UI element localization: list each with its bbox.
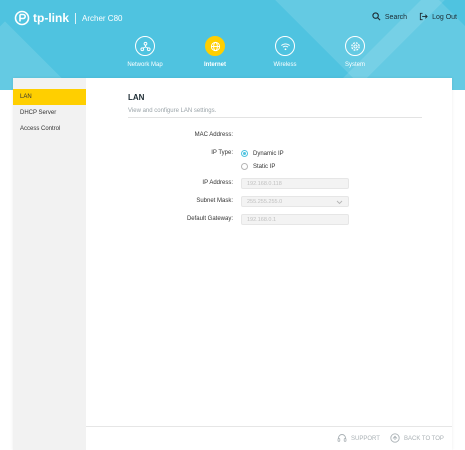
main-panel: LAN DHCP Server Access Control LAN View … [13,78,452,450]
content-area: LAN View and configure LAN settings. MAC… [86,78,452,450]
sidebar: LAN DHCP Server Access Control [13,78,86,450]
ip-address-label: IP Address: [202,180,233,186]
default-gateway-field[interactable]: 192.168.0.1 [241,214,349,225]
nav-label: Internet [203,62,226,68]
headset-icon [337,433,347,445]
nav-label: Network Map [127,62,163,68]
tplink-logo-icon [14,10,30,26]
footer-bar: SUPPORT BACK TO TOP [86,426,452,450]
back-to-top-link[interactable]: BACK TO TOP [390,433,444,445]
sidebar-item-dhcp-server[interactable]: DHCP Server [13,105,86,121]
logout-icon [419,12,428,23]
network-map-icon [135,36,155,56]
nav-system[interactable]: System [320,36,390,68]
gear-icon [345,36,365,56]
section-divider [128,117,422,118]
header-bar: tp-link Archer C80 Search Log Out Networ… [0,0,465,90]
radio-static-ip[interactable]: Static IP [241,163,275,170]
chevron-down-icon [336,197,343,213]
arrow-up-circle-icon [390,433,400,445]
search-label: Search [384,14,408,21]
search-button[interactable]: Search [372,12,407,23]
sidebar-item-access-control[interactable]: Access Control [13,121,86,137]
radio-static-ip-label: Static IP [253,163,276,170]
radio-dynamic-ip-label: Dynamic IP [253,150,284,157]
brand-name: tp-link [33,11,69,25]
sidebar-item-lan[interactable]: LAN [13,89,86,105]
wifi-icon [275,36,295,56]
ip-type-label: IP Type: [211,150,233,156]
subnet-mask-label: Subnet Mask: [196,198,233,204]
brand-divider [75,12,76,24]
subnet-mask-select[interactable]: 255.255.255.0 [241,196,349,207]
section-subtitle: View and configure LAN settings. [128,108,217,114]
main-nav: Network Map Internet Wireless System [110,36,390,68]
back-to-top-label: BACK TO TOP [404,436,444,442]
logout-button[interactable]: Log Out [419,12,457,23]
subnet-mask-value: 255.255.255.0 [247,199,283,205]
brand-logo[interactable]: tp-link Archer C80 [14,10,122,26]
mac-address-label: MAC Address: [194,132,233,138]
support-label: SUPPORT [351,436,380,442]
radio-dynamic-ip[interactable]: Dynamic IP [241,150,284,157]
globe-icon [205,36,225,56]
radio-unchecked-icon [241,163,248,170]
nav-wireless[interactable]: Wireless [250,36,320,68]
default-gateway-label: Default Gateway: [186,216,233,222]
nav-internet[interactable]: Internet [180,36,250,68]
search-icon [372,12,381,23]
ip-address-field[interactable]: 192.168.0.118 [241,178,349,189]
model-name: Archer C80 [82,13,123,23]
support-link[interactable]: SUPPORT [337,433,380,445]
nav-network-map[interactable]: Network Map [110,36,180,68]
nav-label: System [344,62,365,68]
section-title: LAN [128,93,145,102]
radio-checked-icon [241,150,248,157]
nav-label: Wireless [273,62,297,68]
logout-label: Log Out [432,14,457,21]
